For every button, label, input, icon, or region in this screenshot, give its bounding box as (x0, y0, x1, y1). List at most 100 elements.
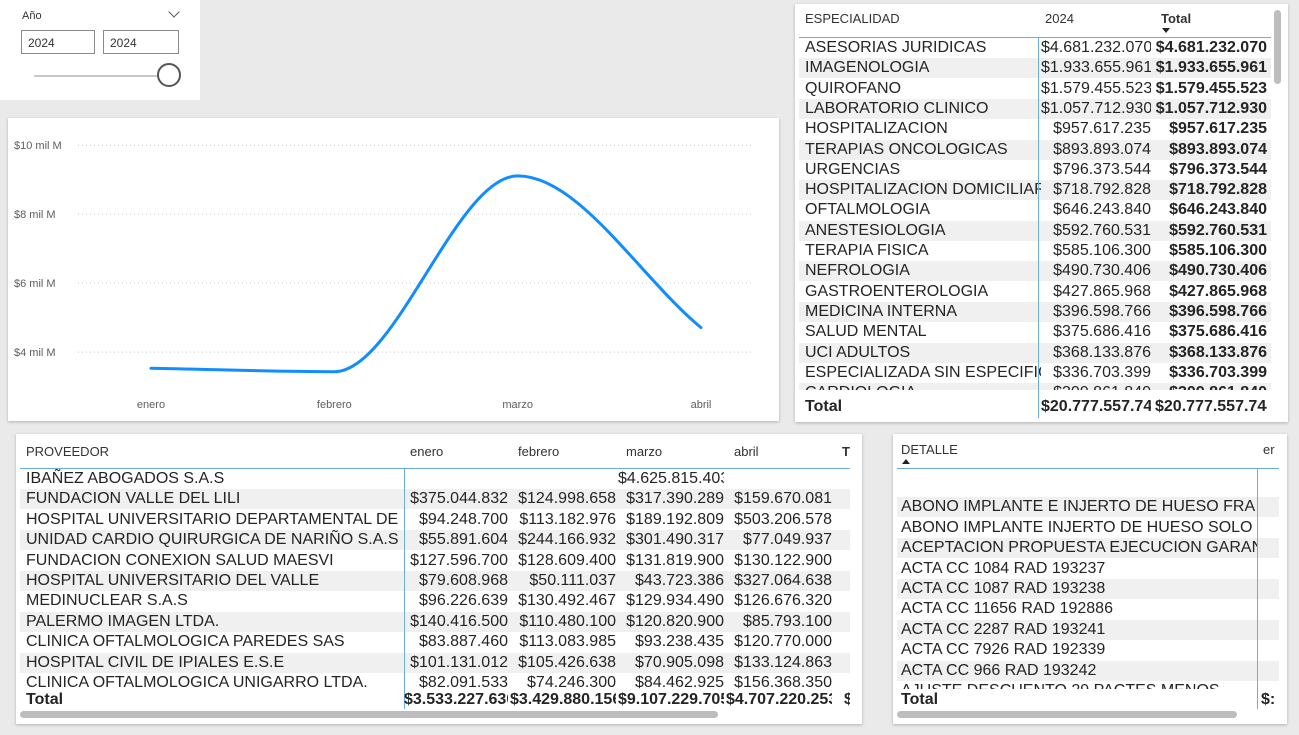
detalle-cell: ACTA CC 2287 RAD 193241 (901, 620, 1106, 638)
header-enero[interactable]: enero (410, 444, 443, 459)
horizontal-scrollbar[interactable] (897, 711, 1237, 718)
enero-cell: $96.226.639 (419, 592, 508, 610)
column-divider (404, 469, 405, 709)
table-row[interactable]: MEDICINA INTERNA $396.598.766 $396.598.766 (799, 301, 1271, 322)
detalle-cell: ACTA CC 966 RAD 193242 (901, 661, 1097, 679)
table-row[interactable]: HOSPITAL UNIVERSITARIO DEPARTAMENTAL DE … (20, 510, 850, 530)
table-row[interactable] (897, 477, 1279, 497)
table-row[interactable]: ABONO IMPLANTE E INJERTO DE HUESO FRA 88… (897, 497, 1279, 518)
vertical-scrollbar[interactable] (1274, 10, 1281, 84)
header-detalle[interactable]: DETALLE (901, 442, 958, 457)
value-2024-cell: $585.106.300 (1053, 242, 1151, 259)
header-abril[interactable]: abril (734, 444, 759, 459)
table-row[interactable]: UNIDAD CARDIO QUIRURGICA DE NARIÑO S.A.S… (20, 530, 850, 551)
proveedor-cell: FUNDACION CONEXION SALUD MAESVI (26, 551, 334, 569)
table-row[interactable]: MEDINUCLEAR S.A.S $96.226.639 $130.492.467… (20, 591, 850, 611)
value-2024-cell: $368.133.876 (1053, 343, 1151, 361)
febrero-cell: $124.998.658 (518, 490, 616, 508)
line-chart-panel: $4 mil M $6 mil M $8 mil M $10 mil M enero fe… (8, 118, 779, 421)
sort-asc-icon (902, 459, 910, 464)
year-from-input[interactable]: 2024 (21, 30, 95, 54)
table-row[interactable]: LABORATORIO CLINICO $1.057.712.930 $1.057.… (799, 98, 1271, 119)
especialidad-cell: UCI ADULTOS (805, 343, 911, 361)
marzo-cell: $317.390.289 (626, 490, 724, 508)
table-row[interactable]: NEFROLOGIA $490.730.406 $490.730.406 (799, 261, 1271, 282)
table-row[interactable]: TERAPIA FISICA $585.106.300 $585.106.300 (799, 241, 1271, 261)
table-row[interactable]: ACTA CC 2287 RAD 193241 (897, 619, 1279, 640)
especialidad-cell: MEDICINA INTERNA (805, 302, 958, 320)
chevron-down-icon[interactable] (168, 6, 180, 18)
table-row[interactable]: FUNDACION CONEXION SALUD MAESVI $127.596.… (20, 551, 850, 571)
value-total-cell: $368.133.876 (1169, 343, 1267, 361)
header-2024[interactable]: 2024 (1045, 11, 1074, 26)
table-row[interactable]: ABONO IMPLANTE INJERTO DE HUESO SOLO ENV… (897, 518, 1279, 538)
value-2024-cell: $396.598.766 (1053, 302, 1151, 320)
slider-track[interactable] (34, 75, 174, 77)
febrero-cell: $128.609.400 (518, 551, 616, 569)
header-total[interactable]: T (842, 444, 850, 459)
marzo-cell: $189.192.809 (626, 510, 724, 528)
table-row[interactable]: IMAGENOLOGIA $1.933.655.961 $1.933.655.961 (799, 58, 1271, 79)
table-row[interactable]: ACTA CC 11656 RAD 192886 (897, 599, 1279, 619)
value-2024-cell: $1.579.455.523 (1041, 79, 1151, 97)
table-row[interactable]: ACTA CC 7926 RAD 192339 (897, 640, 1279, 660)
table-row[interactable]: ACTA CC 1087 RAD 193238 (897, 579, 1279, 599)
febrero-cell: $113.083.985 (519, 633, 616, 651)
table-row[interactable]: CLINICA OFTALMOLOGICA PAREDES SAS $83.887… (20, 632, 850, 652)
table-row[interactable]: HOSPITAL UNIVERSITARIO DEL VALLE $79.608.… (20, 571, 850, 591)
enero-cell: $79.608.968 (419, 572, 508, 589)
especialidad-cell: URGENCIAS (805, 160, 901, 178)
header-enero[interactable]: er (1263, 442, 1275, 457)
abril-cell: $120.770.000 (734, 633, 832, 651)
table-row[interactable]: AJUSTE DESCUENTO 29 PACTES MENOS (897, 681, 1279, 689)
enero-cell: $83.887.460 (419, 633, 508, 651)
table-row[interactable]: ANESTESIOLOGIA $592.760.531 $592.760.531 (799, 220, 1271, 241)
table-row[interactable]: ESPECIALIZADA SIN ESPECIFICAR $336.703.39… (799, 363, 1271, 383)
especialidad-cell: TERAPIAS ONCOLOGICAS (805, 140, 1008, 158)
header-especialidad[interactable]: ESPECIALIDAD (805, 11, 900, 26)
horizontal-scrollbar[interactable] (20, 711, 718, 718)
table-row[interactable]: HOSPITALIZACION $957.617.235 $957.617.235 (799, 119, 1271, 139)
table-row[interactable]: ASESORIAS JURIDICAS $4.681.232.070 $4.681.… (799, 38, 1271, 58)
total-total: $20.777.557.744 (1155, 398, 1267, 415)
header-febrero[interactable]: febrero (518, 444, 559, 459)
header-total[interactable]: Total (1161, 11, 1191, 26)
table-row[interactable]: TERAPIAS ONCOLOGICAS $893.893.074 $893.893… (799, 139, 1271, 160)
detalle-cell: AJUSTE DESCUENTO 29 PACTES MENOS (901, 681, 1257, 689)
table-row[interactable]: QUIROFANO $1.579.455.523 $1.579.455.523 (799, 79, 1271, 99)
especialidad-table: ESPECIALIDAD 2024 Total ASESORIAS JURIDICAS… (795, 4, 1288, 422)
table-row[interactable]: ACEPTACION PROPUESTA EJECUCION GARANTIA (897, 538, 1279, 559)
value-total-cell: $4.681.232.070 (1155, 39, 1267, 56)
header-total-label: Total (1161, 11, 1192, 26)
especialidad-cell: OFTALMOLOGIA (805, 201, 931, 219)
table-row[interactable]: PALERMO IMAGEN LTDA. $140.416.500 $110.480… (20, 611, 850, 632)
slider-handle[interactable] (157, 63, 181, 87)
series-line[interactable] (149, 174, 703, 374)
table-row[interactable]: UCI ADULTOS $368.133.876 $368.133.876 (799, 342, 1271, 363)
table-row[interactable]: HOSPITALIZACION DOMICILIARIA $718.792.828… (799, 180, 1271, 201)
value-total-cell: $1.057.712.930 (1155, 99, 1267, 117)
detalle-cell: ABONO IMPLANTE E INJERTO DE HUESO FRA 88… (901, 498, 1257, 516)
header-proveedor[interactable]: PROVEEDOR (26, 444, 109, 459)
enero-cell: $82.091.533 (419, 674, 508, 689)
value-2024-cell: $375.686.416 (1053, 323, 1151, 341)
table-row[interactable]: SALUD MENTAL $375.686.416 $375.686.416 (799, 322, 1271, 342)
table-row[interactable]: URGENCIAS $796.373.544 $796.373.544 (799, 160, 1271, 180)
marzo-cell: $4.625.815.403 (618, 470, 724, 487)
marzo-cell: $43.723.386 (635, 572, 724, 589)
detalle-cell: ABONO IMPLANTE INJERTO DE HUESO SOLO ENV… (901, 518, 1257, 536)
table-row[interactable]: FUNDACION VALLE DEL LILI $375.044.832 $124… (20, 489, 850, 510)
table-row[interactable]: HOSPITAL CIVIL DE IPIALES E.S.E $101.131.… (20, 652, 850, 673)
febrero-cell (510, 469, 616, 489)
total-2024: $20.777.557.744 (1041, 398, 1151, 415)
table-row[interactable]: ACTA CC 1084 RAD 193237 (897, 559, 1279, 579)
header-marzo[interactable]: marzo (626, 444, 662, 459)
table-row[interactable]: CARDIOLOGIA$309.861.840$309.861.840 (799, 383, 1271, 390)
table-row[interactable]: CLINICA OFTALMOLOGICA UNIGARRO LTDA. $82.… (20, 673, 850, 689)
enero-cell: $55.891.604 (419, 531, 508, 549)
table-row[interactable]: OFTALMOLOGIA $646.243.840 $646.243.840 (799, 200, 1271, 220)
table-row[interactable]: ACTA CC 966 RAD 193242 (897, 660, 1279, 681)
year-to-input[interactable]: 2024 (103, 30, 179, 54)
table-row[interactable]: IBAÑEZ ABOGADOS S.A.S $4.625.815.403 (20, 469, 850, 489)
table-row[interactable]: GASTROENTEROLOGIA $427.865.968 $427.865.96… (799, 282, 1271, 302)
